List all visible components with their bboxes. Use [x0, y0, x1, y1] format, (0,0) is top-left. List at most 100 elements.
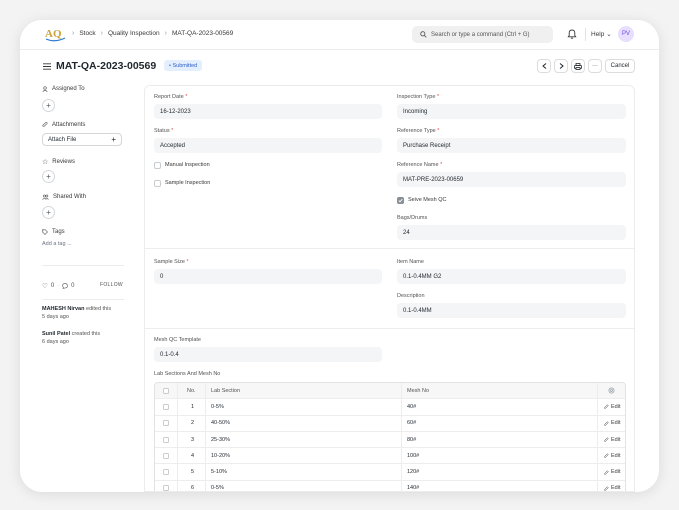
row-checkbox[interactable] [163, 464, 169, 479]
status-label: Status * [154, 128, 174, 134]
row-lab-section[interactable]: 40-50% [211, 416, 230, 431]
table-row[interactable]: 1 0-5% 40# Edit [155, 399, 625, 416]
paperclip-icon [42, 122, 48, 127]
timeline-time: 6 days ago [42, 339, 69, 345]
status-field[interactable]: Accepted [154, 138, 382, 153]
attach-file-button[interactable]: Attach File + [42, 133, 122, 146]
row-lab-section[interactable]: 0-5% [211, 399, 224, 414]
row-checkbox[interactable] [163, 448, 169, 463]
add-review-button[interactable]: + [42, 170, 55, 183]
reference-name-field[interactable]: MAT-PRE-2023-00659 [397, 172, 626, 187]
row-checkbox[interactable] [163, 432, 169, 447]
row-lab-section[interactable]: 25-30% [211, 432, 230, 447]
manual-inspection-checkbox[interactable] [154, 162, 161, 169]
sample-size-field[interactable]: 0 [154, 269, 382, 284]
next-document-button[interactable] [554, 59, 568, 73]
table-row[interactable]: 6 0-5% 140# Edit [155, 480, 625, 492]
row-edit-button[interactable]: Edit [604, 481, 620, 491]
description-label: Description [397, 293, 425, 299]
row-checkbox[interactable] [163, 416, 169, 431]
row-edit-button[interactable]: Edit [604, 448, 620, 463]
attach-file-label: Attach File [48, 136, 77, 143]
comments-count: 0 [71, 283, 75, 289]
table-row[interactable]: 2 40-50% 60# Edit [155, 415, 625, 432]
help-dropdown[interactable]: Help ⌄ [591, 30, 612, 38]
sample-inspection-checkbox[interactable] [154, 180, 161, 187]
row-edit-label: Edit [611, 436, 621, 443]
company-logo-icon[interactable]: AQ [44, 26, 66, 42]
heart-icon[interactable]: ♡ [42, 282, 48, 290]
seive-mesh-qc-label: Seive Mesh QC [408, 197, 447, 203]
bags-drums-field[interactable]: 24 [397, 225, 626, 240]
row-mesh-no[interactable]: 60# [407, 416, 416, 431]
notification-bell-icon[interactable] [566, 28, 578, 40]
table-row[interactable]: 3 25-30% 80# Edit [155, 431, 625, 449]
likes-comments: ♡ 0 · 0 [42, 282, 75, 290]
form-card: Report Date * 16-12-2023 Status * Accept… [144, 85, 635, 492]
breadcrumb-quality-inspection[interactable]: Quality Inspection [108, 30, 160, 37]
row-lab-section[interactable]: 0-5% [211, 481, 224, 491]
page-header: MAT-QA-2023-00569 • Submitted ··· Cancel [20, 51, 659, 83]
add-assignee-button[interactable]: + [42, 99, 55, 112]
row-lab-section[interactable]: 5-10% [211, 464, 227, 479]
row-edit-button[interactable]: Edit [604, 416, 620, 431]
column-settings-icon[interactable] [608, 383, 615, 398]
status-badge: • Submitted [164, 60, 203, 71]
row-mesh-no[interactable]: 140# [407, 481, 419, 491]
item-name-field[interactable]: 0.1-0.4MM G2 [397, 269, 626, 284]
timeline-user[interactable]: MAHESH Nirvan [42, 306, 84, 312]
pencil-icon [604, 437, 609, 442]
description-field[interactable]: 0.1-0.4MM [397, 303, 626, 318]
row-edit-button[interactable]: Edit [604, 464, 620, 479]
row-edit-button[interactable]: Edit [604, 399, 620, 414]
more-actions-button[interactable]: ··· [588, 59, 602, 73]
table-header-row: No. Lab Section Mesh No [155, 383, 625, 400]
row-mesh-no[interactable]: 40# [407, 399, 416, 414]
add-tag-link[interactable]: Add a tag ... [42, 241, 72, 247]
tags-label: Tags [52, 229, 65, 235]
assigned-to-header: Assigned To [42, 86, 85, 92]
breadcrumb-document[interactable]: MAT-QA-2023-00569 [172, 30, 233, 37]
row-mesh-no[interactable]: 120# [407, 464, 419, 479]
row-mesh-no[interactable]: 100# [407, 448, 419, 463]
add-share-button[interactable]: + [42, 206, 55, 219]
reference-type-field[interactable]: Purchase Receipt [397, 138, 626, 153]
status-badge-label: Submitted [172, 62, 198, 69]
select-all-checkbox[interactable] [163, 383, 169, 398]
form-sidebar: Assigned To + Attachments Attach File + … [42, 86, 146, 492]
row-checkbox[interactable] [163, 481, 169, 491]
search-input[interactable]: Search or type a command (Ctrl + G) [412, 26, 553, 43]
user-avatar[interactable]: PV [618, 26, 634, 42]
search-icon [420, 31, 427, 38]
inspection-type-field[interactable]: Incoming [397, 104, 626, 119]
comment-icon[interactable] [62, 283, 68, 289]
row-lab-section[interactable]: 10-20% [211, 448, 230, 463]
row-checkbox[interactable] [163, 399, 169, 414]
follow-button[interactable]: FOLLOW [100, 282, 123, 288]
print-button[interactable] [571, 59, 585, 73]
chevron-left-icon [541, 63, 546, 69]
timeline-entry: Sunil Patel created this 6 days ago [42, 330, 100, 346]
row-number: 6 [191, 485, 195, 492]
table-row[interactable]: 5 5-10% 120# Edit [155, 464, 625, 481]
previous-document-button[interactable] [537, 59, 551, 73]
row-edit-label: Edit [611, 469, 621, 476]
seive-mesh-qc-checkbox[interactable] [397, 197, 404, 204]
row-mesh-no[interactable]: 80# [407, 432, 416, 447]
column-header-lab-section[interactable]: Lab Section [211, 383, 240, 398]
page-title: MAT-QA-2023-00569 [56, 60, 157, 72]
row-number: 5 [191, 469, 195, 476]
timeline-user[interactable]: Sunil Patel [42, 331, 70, 337]
sidebar-toggle-icon[interactable] [43, 63, 51, 70]
breadcrumb-stock[interactable]: Stock [79, 30, 95, 37]
report-date-field[interactable]: 16-12-2023 [154, 104, 382, 119]
section-divider [145, 328, 634, 329]
cancel-button[interactable]: Cancel [605, 59, 635, 73]
row-edit-button[interactable]: Edit [604, 432, 620, 447]
shared-with-header: Shared With [42, 194, 86, 200]
column-header-mesh-no[interactable]: Mesh No [407, 383, 429, 398]
mesh-qc-template-field[interactable]: 0.1-0.4 [154, 347, 382, 362]
chevron-right-icon: › [164, 30, 167, 37]
pencil-icon [604, 469, 609, 475]
table-row[interactable]: 4 10-20% 100# Edit [155, 448, 625, 465]
